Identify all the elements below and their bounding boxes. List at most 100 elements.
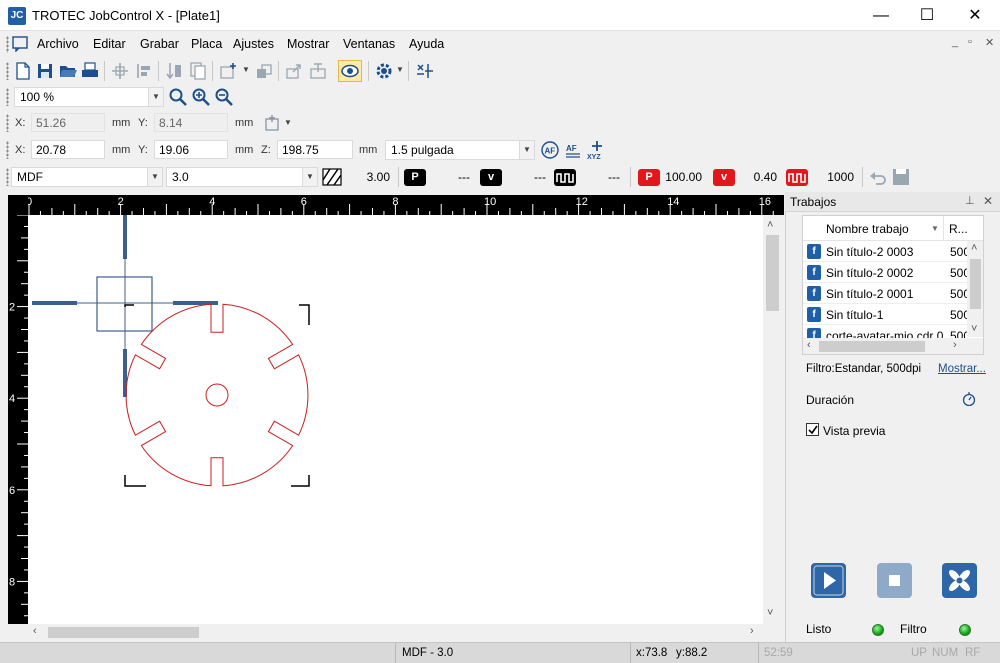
- ruler-left-ticks: 2 4 6 8: [9, 215, 28, 617]
- menu-grabar[interactable]: Grabar: [140, 37, 179, 51]
- scroll-up-icon[interactable]: ˄: [767, 219, 773, 231]
- laser-y-field[interactable]: 19.06: [154, 140, 228, 159]
- menu-ajustes[interactable]: Ajustes: [233, 37, 274, 51]
- job-row[interactable]: f Sin título-1 500: [803, 304, 967, 325]
- print-icon[interactable]: [80, 61, 100, 81]
- dropdown-arrow-icon[interactable]: ▼: [242, 65, 250, 74]
- zoom-out-icon[interactable]: [214, 87, 234, 107]
- jobs-list[interactable]: Nombre trabajo ▼ R... f Sin título-2 0003…: [802, 215, 984, 355]
- menu-editar[interactable]: Editar: [93, 37, 126, 51]
- stopwatch-icon[interactable]: [962, 392, 976, 406]
- add-job-icon[interactable]: [218, 61, 240, 81]
- mdi-minimize-button[interactable]: _: [952, 36, 958, 48]
- save-icon[interactable]: [36, 61, 54, 81]
- column-header-resolution[interactable]: R...: [949, 222, 968, 236]
- jobs-horizontal-scrollbar[interactable]: ‹ ›: [803, 338, 983, 354]
- copy-page-icon[interactable]: [188, 61, 208, 81]
- scroll-down-icon[interactable]: ˅: [971, 323, 977, 335]
- preview-checkbox[interactable]: [806, 423, 819, 436]
- plate-drawing[interactable]: [28, 215, 763, 624]
- laser-x-field[interactable]: 20.78: [31, 140, 105, 159]
- move-icon[interactable]: [110, 61, 130, 81]
- cut-frequency-value[interactable]: 1000: [814, 170, 854, 184]
- panel-close-button[interactable]: ✕: [983, 194, 993, 208]
- laser-x-unit: mm: [112, 144, 131, 156]
- job-row[interactable]: f Sin título-2 0003 500: [803, 241, 967, 262]
- grip-handle[interactable]: [6, 36, 9, 53]
- reference-point-icon[interactable]: [262, 113, 282, 133]
- engrave-frequency-value[interactable]: ---: [580, 170, 620, 184]
- sort-down-icon[interactable]: [164, 61, 184, 81]
- autofocus-icon[interactable]: AF: [540, 140, 560, 160]
- show-link[interactable]: Mostrar...: [938, 363, 986, 375]
- import-icon[interactable]: [308, 61, 328, 81]
- dropdown-arrow-icon[interactable]: ▼: [396, 65, 404, 74]
- focus-icon[interactable]: AF: [563, 140, 583, 160]
- zoom-search-icon[interactable]: [168, 87, 188, 107]
- grip-handle[interactable]: [6, 141, 9, 159]
- scroll-up-icon[interactable]: ˄: [971, 242, 977, 254]
- lens-select[interactable]: 1.5 pulgada ▼: [385, 140, 535, 160]
- job-row[interactable]: f Sin título-2 0002 500: [803, 262, 967, 283]
- menu-placa[interactable]: Placa: [191, 37, 222, 51]
- minimize-button[interactable]: —: [858, 0, 904, 31]
- mdi-close-button[interactable]: ✕: [985, 36, 994, 49]
- gear-icon[interactable]: [374, 61, 394, 81]
- grip-handle[interactable]: [6, 88, 9, 106]
- undo-icon[interactable]: [868, 168, 888, 186]
- material-select[interactable]: MDF ▼: [11, 167, 163, 187]
- menu-ayuda[interactable]: Ayuda: [409, 37, 444, 51]
- engrave-power-value[interactable]: ---: [430, 170, 470, 184]
- zoom-in-icon[interactable]: [191, 87, 211, 107]
- zoom-select[interactable]: 100 % ▼: [14, 87, 164, 107]
- position-y-unit: mm: [235, 117, 254, 129]
- close-button[interactable]: ✕: [952, 0, 998, 31]
- stop-button[interactable]: [877, 563, 912, 598]
- scroll-down-icon[interactable]: ˅: [767, 607, 773, 619]
- menu-archivo[interactable]: Archivo: [37, 37, 79, 51]
- scroll-right-icon[interactable]: ›: [750, 625, 754, 637]
- preview-toggle-button[interactable]: [338, 60, 362, 82]
- mdi-restore-button[interactable]: ▫: [968, 36, 972, 48]
- maximize-button[interactable]: ☐: [904, 0, 950, 31]
- menu-mostrar[interactable]: Mostrar: [287, 37, 329, 51]
- start-button[interactable]: [811, 563, 846, 598]
- cut-velocity-value[interactable]: 0.40: [737, 170, 777, 184]
- laser-pointer-icon[interactable]: [414, 61, 436, 81]
- save-material-icon[interactable]: [892, 168, 910, 186]
- grip-handle[interactable]: [6, 62, 9, 80]
- exhaust-button[interactable]: [942, 563, 977, 598]
- hatch-value[interactable]: 3.00: [344, 170, 390, 184]
- status-material: MDF - 3.0: [402, 647, 454, 659]
- grip-handle[interactable]: [6, 168, 9, 186]
- scroll-left-icon[interactable]: ‹: [807, 339, 811, 351]
- scroll-left-icon[interactable]: ‹: [33, 625, 37, 637]
- window-title: TROTEC JobControl X - [Plate1]: [32, 8, 220, 23]
- pin-icon[interactable]: ⊥: [965, 194, 975, 207]
- home-xyz-icon[interactable]: XYZ: [586, 139, 608, 161]
- new-file-icon[interactable]: [14, 61, 32, 81]
- jobs-vertical-scrollbar[interactable]: ˄ ˅: [967, 241, 983, 337]
- document-menu-icon[interactable]: [12, 36, 28, 52]
- export-icon[interactable]: [284, 61, 304, 81]
- column-header-name[interactable]: Nombre trabajo: [826, 222, 909, 236]
- cut-path-gear[interactable]: [125, 303, 309, 487]
- laser-z-field[interactable]: 198.75: [277, 140, 353, 159]
- sort-icon[interactable]: ▼: [931, 224, 939, 233]
- dropdown-arrow-icon[interactable]: ▼: [284, 118, 292, 127]
- cut-power-value[interactable]: 100.00: [662, 170, 702, 184]
- scroll-right-icon[interactable]: ›: [953, 339, 957, 351]
- jobs-scroll-thumb[interactable]: [970, 259, 981, 309]
- align-icon[interactable]: [134, 61, 154, 81]
- stack-icon[interactable]: [254, 61, 274, 81]
- horizontal-scroll-thumb[interactable]: [48, 627, 199, 638]
- engrave-velocity-value[interactable]: ---: [506, 170, 546, 184]
- job-row[interactable]: f Sin título-2 0001 500: [803, 283, 967, 304]
- open-folder-icon[interactable]: [58, 61, 78, 81]
- grip-handle[interactable]: [6, 114, 9, 132]
- jobs-hscroll-thumb[interactable]: [819, 341, 925, 352]
- thickness-select[interactable]: 3.0 ▼: [166, 167, 318, 187]
- menu-ventanas[interactable]: Ventanas: [343, 37, 395, 51]
- vertical-scroll-thumb[interactable]: [766, 235, 779, 311]
- plate-canvas[interactable]: [28, 215, 763, 624]
